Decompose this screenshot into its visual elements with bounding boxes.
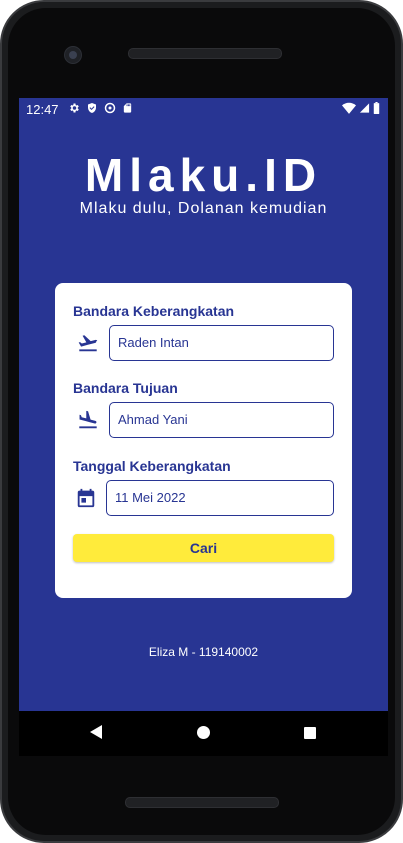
flight-takeoff-icon bbox=[78, 335, 98, 352]
system-icons bbox=[342, 102, 380, 114]
search-form-card: Bandara Keberangkatan Raden Intan Bandar… bbox=[55, 283, 352, 598]
status-bar: 12:47 bbox=[19, 98, 388, 120]
departure-row: Raden Intan bbox=[73, 325, 334, 361]
departure-label: Bandara Keberangkatan bbox=[73, 303, 235, 319]
signal-icon bbox=[359, 103, 370, 113]
phone-frame: 12:47 Mlaku.ID Mlaku dulu, Dolanan kemud… bbox=[0, 0, 403, 843]
calendar-icon[interactable] bbox=[75, 487, 97, 509]
bottom-speaker bbox=[125, 797, 279, 808]
recents-icon[interactable] bbox=[304, 727, 316, 739]
destination-row: Ahmad Yani bbox=[73, 402, 334, 438]
front-camera bbox=[64, 46, 82, 64]
notification-icons bbox=[68, 102, 133, 114]
status-time: 12:47 bbox=[26, 102, 59, 117]
sd-card-icon bbox=[123, 103, 132, 113]
departure-input[interactable]: Raden Intan bbox=[109, 325, 334, 361]
earpiece-speaker bbox=[128, 48, 282, 59]
author-credit: Eliza M - 119140002 bbox=[148, 645, 259, 659]
shield-icon bbox=[88, 103, 96, 113]
date-row: 11 Mei 2022 bbox=[73, 480, 334, 516]
app-title: Mlaku.ID bbox=[84, 149, 323, 201]
app-subtitle: Mlaku dulu, Dolanan kemudian bbox=[79, 200, 328, 217]
search-button[interactable]: Cari bbox=[73, 534, 334, 562]
destination-label: Bandara Tujuan bbox=[73, 380, 178, 396]
sync-icon bbox=[104, 102, 116, 114]
home-icon[interactable] bbox=[197, 726, 210, 739]
app-screen: 12:47 Mlaku.ID Mlaku dulu, Dolanan kemud… bbox=[19, 98, 388, 711]
settings-icon bbox=[70, 103, 79, 113]
system-nav-bar bbox=[19, 711, 388, 756]
destination-input[interactable]: Ahmad Yani bbox=[109, 402, 334, 438]
date-label: Tanggal Keberangkatan bbox=[73, 458, 231, 474]
battery-icon bbox=[373, 102, 380, 114]
wifi-icon bbox=[342, 102, 356, 114]
flight-land-icon bbox=[79, 410, 97, 429]
date-input[interactable]: 11 Mei 2022 bbox=[106, 480, 334, 516]
back-icon[interactable] bbox=[90, 725, 102, 739]
